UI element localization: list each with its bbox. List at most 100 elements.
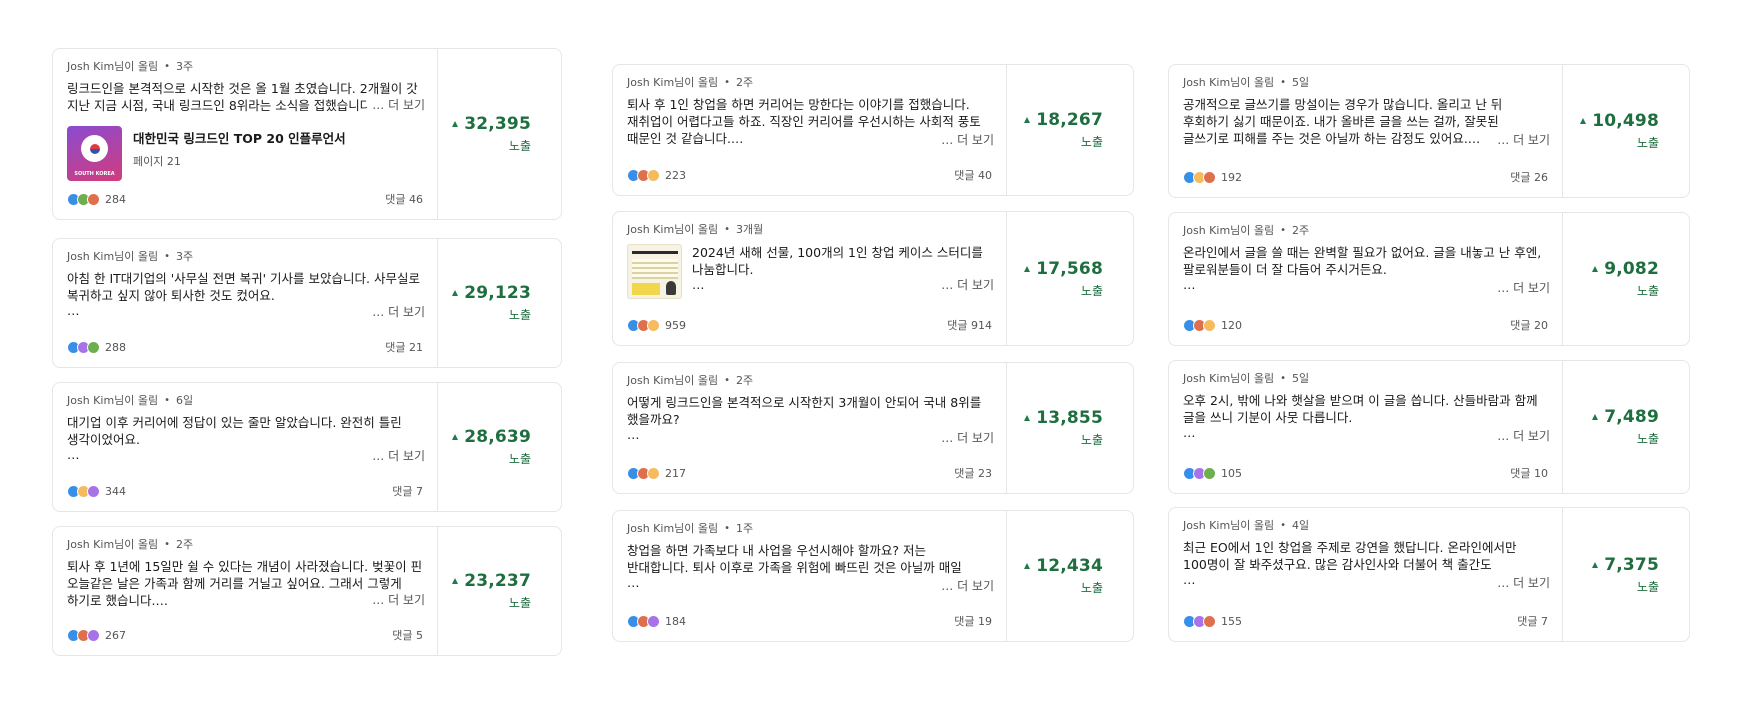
reactions[interactable]: 184: [627, 614, 686, 628]
post-content[interactable]: Josh Kim님이 올림 • 3주 아침 한 IT대기업의 '사무실 전면 복…: [53, 239, 437, 367]
impressions-panel[interactable]: 12,434 노출: [1006, 511, 1133, 641]
reaction-count: 959: [665, 318, 686, 332]
post-age: 2주: [1292, 224, 1310, 237]
impressions-panel[interactable]: 9,082 노출: [1562, 213, 1689, 345]
reactions[interactable]: 284: [67, 192, 126, 206]
post-card[interactable]: Josh Kim님이 올림 • 5일 오후 2시, 밖에 나와 햇살을 받으며 …: [1168, 360, 1690, 494]
impressions-label: 노출: [1636, 432, 1659, 446]
document-attachment[interactable]: SOUTH KOREA 대한민국 링크드인 TOP 20 인플루언서 페이지 2…: [67, 126, 423, 181]
see-more-link[interactable]: … 더 보기: [368, 96, 425, 113]
see-more-link[interactable]: … 더 보기: [1493, 574, 1550, 591]
post-card[interactable]: Josh Kim님이 올림 • 2주 퇴사 후 1년에 15일만 쉴 수 있다는…: [52, 526, 562, 656]
post-footer: 105 댓글 10: [1183, 465, 1548, 481]
reactions[interactable]: 192: [1183, 170, 1242, 184]
impressions-panel[interactable]: 10,498 노출: [1562, 65, 1689, 197]
comment-count[interactable]: 댓글 46: [385, 191, 423, 207]
post-content[interactable]: Josh Kim님이 올림 • 2주 온라인에서 글을 쓸 때는 완벽할 필요가…: [1169, 213, 1562, 345]
reactions[interactable]: 120: [1183, 318, 1242, 332]
post-content[interactable]: Josh Kim님이 올림 • 5일 오후 2시, 밖에 나와 햇살을 받으며 …: [1169, 361, 1562, 493]
reactions[interactable]: 344: [67, 484, 126, 498]
impressions-panel[interactable]: 13,855 노출: [1006, 363, 1133, 493]
post-card[interactable]: Josh Kim님이 올림 • 6일 대기업 이후 커리어에 정답이 있는 줄만…: [52, 382, 562, 512]
reactions[interactable]: 288: [67, 340, 126, 354]
reactions[interactable]: 959: [627, 318, 686, 332]
see-more-link[interactable]: … 더 보기: [937, 276, 994, 293]
meta-separator: •: [1280, 519, 1287, 531]
reactions[interactable]: 217: [627, 466, 686, 480]
impressions-label: 노출: [508, 452, 531, 466]
impressions-panel[interactable]: 17,568 노출: [1006, 212, 1133, 345]
celebrate-icon: [87, 340, 100, 354]
trend-up-icon: [452, 578, 459, 584]
post-card[interactable]: Josh Kim님이 올림 • 4일 최근 EO에서 1인 창업을 주제로 강연…: [1168, 507, 1690, 642]
impressions-panel[interactable]: 18,267 노출: [1006, 65, 1133, 195]
impressions-panel[interactable]: 28,639 노출: [437, 383, 561, 511]
post-card[interactable]: Josh Kim님이 올림 • 3주 링크드인을 본격적으로 시작한 것은 올 …: [52, 48, 562, 220]
reactions[interactable]: 105: [1183, 466, 1242, 480]
comment-count[interactable]: 댓글 914: [947, 317, 992, 333]
post-body: 공개적으로 글쓰기를 망설이는 경우가 많습니다. 올리고 난 뒤 후회하기 싫…: [1183, 97, 1503, 146]
post-meta: Josh Kim님이 올림 • 5일: [1183, 371, 1548, 385]
comment-count[interactable]: 댓글 19: [954, 613, 992, 629]
impressions-value: 29,123: [464, 283, 531, 303]
reactions[interactable]: 267: [67, 628, 126, 642]
post-footer: 267 댓글 5: [67, 627, 423, 643]
post-content[interactable]: Josh Kim님이 올림 • 4일 최근 EO에서 1인 창업을 주제로 강연…: [1169, 508, 1562, 641]
see-more-link[interactable]: … 더 보기: [368, 303, 425, 320]
post-content[interactable]: Josh Kim님이 올림 • 2주 어떻게 링크드인을 본격적으로 시작한지 …: [613, 363, 1006, 493]
post-content[interactable]: Josh Kim님이 올림 • 5일 공개적으로 글쓰기를 망설이는 경우가 많…: [1169, 65, 1562, 197]
see-more-link[interactable]: … 더 보기: [937, 429, 994, 446]
see-more-link[interactable]: … 더 보기: [937, 131, 994, 148]
comment-count[interactable]: 댓글 5: [392, 627, 423, 643]
comment-count[interactable]: 댓글 20: [1510, 317, 1548, 333]
comment-count[interactable]: 댓글 23: [954, 465, 992, 481]
impressions-panel[interactable]: 7,489 노출: [1562, 361, 1689, 493]
heart-icon: [1203, 614, 1216, 628]
comment-count[interactable]: 댓글 7: [1517, 613, 1548, 629]
post-body: 온라인에서 글을 쓸 때는 완벽할 필요가 없어요. 글을 내놓고 난 후엔, …: [1183, 245, 1542, 277]
see-more-link[interactable]: … 더 보기: [1493, 427, 1550, 444]
document-thumbnail[interactable]: [627, 244, 682, 299]
post-meta: Josh Kim님이 올림 • 2주: [627, 373, 992, 387]
post-content[interactable]: Josh Kim님이 올림 • 6일 대기업 이후 커리어에 정답이 있는 줄만…: [53, 383, 437, 511]
trend-up-icon: [1024, 415, 1031, 421]
document-info: 대한민국 링크드인 TOP 20 인플루언서 페이지 21: [133, 126, 346, 169]
post-author: Josh Kim님이 올림: [67, 60, 159, 73]
post-card[interactable]: Josh Kim님이 올림 • 2주 어떻게 링크드인을 본격적으로 시작한지 …: [612, 362, 1134, 494]
post-content[interactable]: Josh Kim님이 올림 • 1주 창업을 하면 가족보다 내 사업을 우선시…: [613, 511, 1006, 641]
reactions[interactable]: 155: [1183, 614, 1242, 628]
reaction-count: 184: [665, 614, 686, 628]
post-card[interactable]: Josh Kim님이 올림 • 2주 온라인에서 글을 쓸 때는 완벽할 필요가…: [1168, 212, 1690, 346]
post-content[interactable]: Josh Kim님이 올림 • 3개월 2024년 새해 선물, 100개의 1…: [613, 212, 1006, 345]
see-more-link[interactable]: … 더 보기: [368, 591, 425, 608]
post-content[interactable]: Josh Kim님이 올림 • 2주 퇴사 후 1인 창업을 하면 커리어는 망…: [613, 65, 1006, 195]
comment-count[interactable]: 댓글 26: [1510, 169, 1548, 185]
post-card[interactable]: Josh Kim님이 올림 • 3주 아침 한 IT대기업의 '사무실 전면 복…: [52, 238, 562, 368]
comment-count[interactable]: 댓글 21: [385, 339, 423, 355]
post-card[interactable]: Josh Kim님이 올림 • 3개월 2024년 새해 선물, 100개의 1…: [612, 211, 1134, 346]
post-card[interactable]: Josh Kim님이 올림 • 5일 공개적으로 글쓰기를 망설이는 경우가 많…: [1168, 64, 1690, 198]
support-icon: [647, 614, 660, 628]
comment-count[interactable]: 댓글 7: [392, 483, 423, 499]
post-content[interactable]: Josh Kim님이 올림 • 2주 퇴사 후 1년에 15일만 쉴 수 있다는…: [53, 527, 437, 655]
impressions-panel[interactable]: 7,375 노출: [1562, 508, 1689, 641]
see-more-link[interactable]: … 더 보기: [1493, 279, 1550, 296]
reactions[interactable]: 223: [627, 168, 686, 182]
meta-separator: •: [164, 538, 171, 550]
see-more-link[interactable]: … 더 보기: [1493, 131, 1550, 148]
impressions-panel[interactable]: 29,123 노출: [437, 239, 561, 367]
comment-count[interactable]: 댓글 40: [954, 167, 992, 183]
post-footer: 192 댓글 26: [1183, 169, 1548, 185]
post-footer: 288 댓글 21: [67, 339, 423, 355]
impressions-panel[interactable]: 23,237 노출: [437, 527, 561, 655]
post-card[interactable]: Josh Kim님이 올림 • 1주 창업을 하면 가족보다 내 사업을 우선시…: [612, 510, 1134, 642]
impressions-panel[interactable]: 32,395 노출: [437, 49, 561, 219]
post-meta: Josh Kim님이 올림 • 4일: [1183, 518, 1548, 532]
post-author: Josh Kim님이 올림: [1183, 519, 1275, 532]
see-more-link[interactable]: … 더 보기: [937, 577, 994, 594]
post-card[interactable]: Josh Kim님이 올림 • 2주 퇴사 후 1인 창업을 하면 커리어는 망…: [612, 64, 1134, 196]
comment-count[interactable]: 댓글 10: [1510, 465, 1548, 481]
see-more-link[interactable]: … 더 보기: [368, 447, 425, 464]
post-content[interactable]: Josh Kim님이 올림 • 3주 링크드인을 본격적으로 시작한 것은 올 …: [53, 49, 437, 219]
post-age: 2주: [736, 76, 754, 89]
